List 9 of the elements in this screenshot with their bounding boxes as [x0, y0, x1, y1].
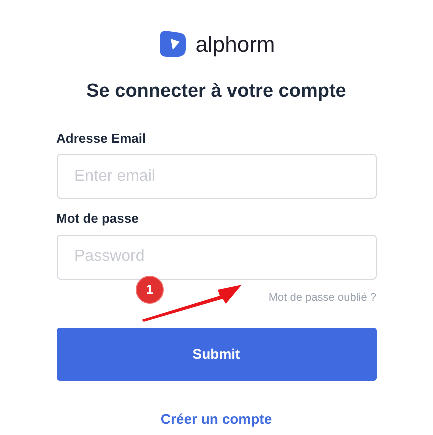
create-account-link[interactable]: Créer un compte	[160, 409, 272, 430]
submit-button[interactable]: Submit	[56, 328, 376, 381]
logo-text: alphorm	[196, 30, 276, 59]
field-label: Mot de passe	[56, 210, 140, 228]
forgot-password-link[interactable]: Mot de passe oublié ?	[268, 290, 376, 306]
field-label: Adresse Email	[56, 130, 148, 148]
annotation-badge: 1	[136, 276, 164, 304]
logo-icon	[158, 29, 188, 59]
page-title: Se connecter à votre compte	[86, 80, 346, 104]
